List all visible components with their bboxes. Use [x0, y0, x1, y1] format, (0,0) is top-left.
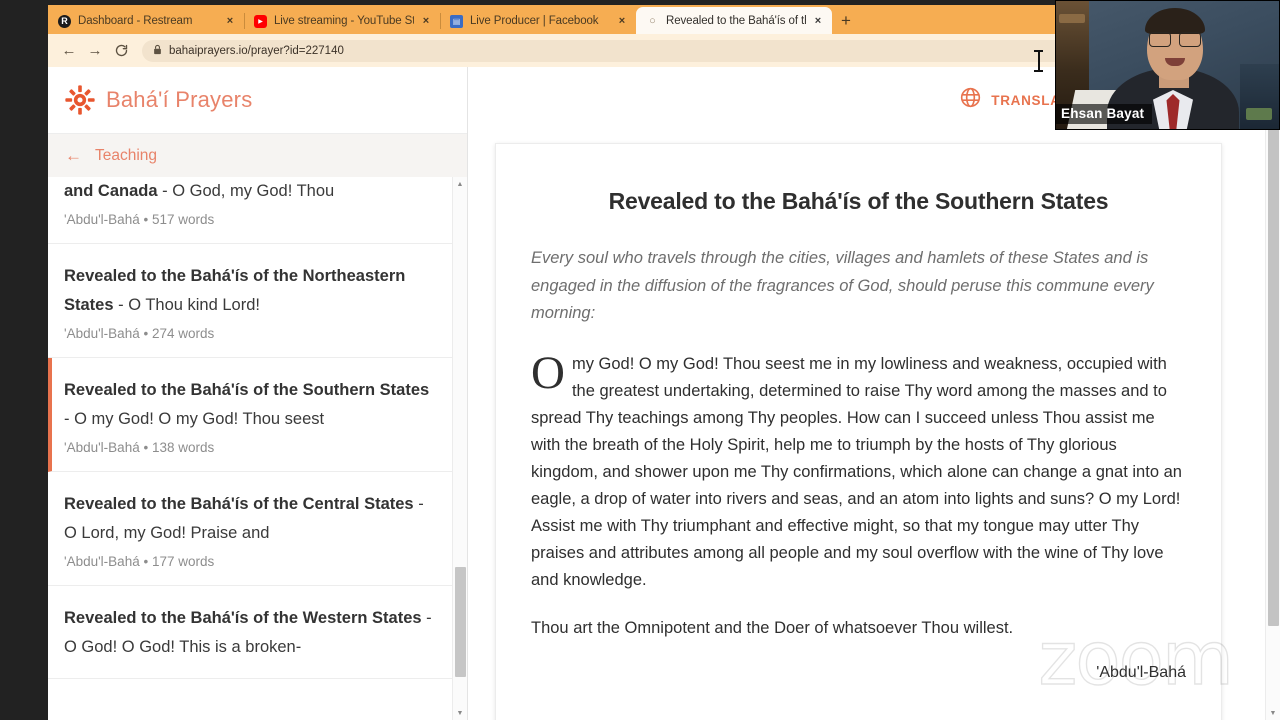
prayer-paragraph: Thou art the Omnipotent and the Doer of …: [531, 618, 1014, 637]
facebook-icon: [450, 14, 463, 28]
list-item-excerpt: - O Thou kind Lord!: [113, 296, 260, 314]
list-item-word-count: 138 words: [151, 440, 215, 455]
sidebar-scrollbar[interactable]: ▲ ▼: [452, 177, 467, 720]
meta-separator: •: [143, 440, 152, 455]
scroll-up-icon[interactable]: ▲: [453, 177, 467, 191]
list-item-author: 'Abdu'l-Bahá: [64, 440, 140, 455]
list-item[interactable]: Revealed to the Bahá'ís of the Northeast…: [48, 244, 453, 358]
brand-name: Bahá'í Prayers: [106, 87, 253, 112]
prayer-list-container: Revealed to the Bahá'ís of the United St…: [48, 177, 467, 720]
list-item-excerpt: - O my God! O my God! Thou seest: [64, 410, 325, 428]
site-brand[interactable]: Bahá'í Prayers: [48, 67, 467, 133]
main-content: TRANSLATIONS PRINT Aa: [468, 67, 1280, 720]
tab-title: Live streaming - YouTube Studio: [274, 15, 414, 27]
restream-icon: R: [58, 14, 71, 28]
meta-separator: •: [143, 326, 152, 341]
tab-title: Live Producer | Facebook: [470, 15, 599, 27]
meta-separator: •: [143, 554, 152, 569]
text-cursor: [1034, 50, 1043, 72]
category-label: Teaching: [95, 146, 158, 164]
list-item-author: 'Abdu'l-Bahá: [64, 212, 140, 227]
globe-icon: [959, 86, 982, 114]
list-item-title: Revealed to the Bahá'ís of the United St…: [64, 177, 435, 206]
prayer-attribution: 'Abdu'l-Bahá: [1096, 663, 1186, 681]
lock-icon: [153, 44, 162, 58]
prayer-paragraph: O my God! O my God! Thou seest me in my …: [531, 346, 1182, 589]
list-item-title: Revealed to the Bahá'ís of the Western S…: [64, 604, 435, 662]
list-item-title-text: Revealed to the Bahá'ís of the Central S…: [64, 495, 414, 513]
sun-logo-icon: [65, 85, 95, 115]
list-item-meta: 'Abdu'l-Bahá • 138 words: [64, 440, 435, 455]
list-item-title: Revealed to the Bahá'ís of the Southern …: [64, 376, 435, 434]
address-bar-url: bahaiprayers.io/prayer?id=227140: [169, 44, 344, 57]
list-item-excerpt: - O God, my God! Thou: [157, 182, 335, 200]
tab-title: Dashboard - Restream: [78, 15, 193, 27]
prayer-card: Revealed to the Bahá'ís of the Southern …: [495, 143, 1222, 720]
page-title: Revealed to the Bahá'ís of the Southern …: [608, 188, 1109, 214]
arrow-left-icon: ←: [65, 145, 82, 165]
browser-tab-restream[interactable]: R Dashboard - Restream ×: [48, 8, 244, 34]
list-item-word-count: 177 words: [151, 554, 215, 569]
list-item-author: 'Abdu'l-Bahá: [64, 554, 140, 569]
sidebar-scroll-thumb[interactable]: [455, 567, 466, 677]
tab-close-button[interactable]: ×: [810, 13, 826, 29]
list-item-meta: 'Abdu'l-Bahá • 177 words: [64, 554, 435, 569]
browser-tab-bahai-prayers[interactable]: Revealed to the Bahá'ís of the So ×: [636, 7, 832, 34]
new-tab-button[interactable]: +: [832, 8, 860, 34]
page-viewport: Bahá'í Prayers ← Teaching Revealed to th…: [48, 67, 1280, 720]
glasses-icon: [1149, 32, 1201, 47]
screen: R Dashboard - Restream × Live streaming …: [0, 0, 1280, 720]
meta-separator: •: [143, 212, 152, 227]
list-item-word-count: 274 words: [151, 326, 215, 341]
tab-close-button[interactable]: ×: [614, 13, 630, 29]
tab-close-button[interactable]: ×: [418, 13, 434, 29]
list-item[interactable]: Revealed to the Bahá'ís of the United St…: [48, 177, 453, 244]
main-scroll-thumb[interactable]: [1268, 81, 1279, 626]
back-icon[interactable]: ←: [56, 38, 82, 64]
reload-icon[interactable]: [108, 38, 134, 64]
browser-tab-facebook[interactable]: Live Producer | Facebook ×: [440, 8, 636, 34]
list-item-author: 'Abdu'l-Bahá: [64, 326, 140, 341]
list-item[interactable]: Revealed to the Bahá'ís of the Central S…: [48, 472, 453, 586]
sidebar: Bahá'í Prayers ← Teaching Revealed to th…: [48, 67, 468, 720]
back-to-category-bar[interactable]: ← Teaching: [48, 133, 467, 177]
scroll-down-icon[interactable]: ▼: [1266, 706, 1280, 720]
list-item[interactable]: Revealed to the Bahá'ís of the Western S…: [48, 586, 453, 679]
video-overlay[interactable]: Ehsan Bayat: [1055, 0, 1280, 130]
list-item-word-count: 517 words: [151, 212, 215, 227]
scroll-down-icon[interactable]: ▼: [453, 706, 467, 720]
prayer-list: Revealed to the Bahá'ís of the United St…: [48, 177, 453, 679]
main-scrollbar[interactable]: ▲ ▼: [1265, 67, 1280, 720]
tab-title: Revealed to the Bahá'ís of the So: [666, 14, 806, 27]
list-item-selected[interactable]: Revealed to the Bahá'ís of the Southern …: [48, 358, 453, 472]
list-item-title-text: Revealed to the Bahá'ís of the Southern …: [64, 381, 430, 399]
browser-tab-youtube[interactable]: Live streaming - YouTube Studio ×: [244, 8, 440, 34]
list-item-title: Revealed to the Bahá'ís of the Northeast…: [64, 262, 435, 320]
tab-close-button[interactable]: ×: [222, 13, 238, 29]
list-item-title-text: Revealed to the Bahá'ís of the Western S…: [64, 609, 422, 627]
list-item-meta: 'Abdu'l-Bahá • 274 words: [64, 326, 435, 341]
page-icon: [646, 14, 659, 27]
list-item-title: Revealed to the Bahá'ís of the Central S…: [64, 490, 435, 548]
video-shelf-item: [1059, 14, 1085, 23]
youtube-icon: [254, 14, 267, 28]
prayer-instruction: Every soul who travels through the citie…: [531, 249, 1154, 322]
forward-icon[interactable]: →: [82, 38, 108, 64]
video-participant-name: Ehsan Bayat: [1055, 104, 1153, 124]
video-right-object: [1240, 64, 1280, 130]
list-item-meta: 'Abdu'l-Bahá • 517 words: [64, 212, 435, 227]
